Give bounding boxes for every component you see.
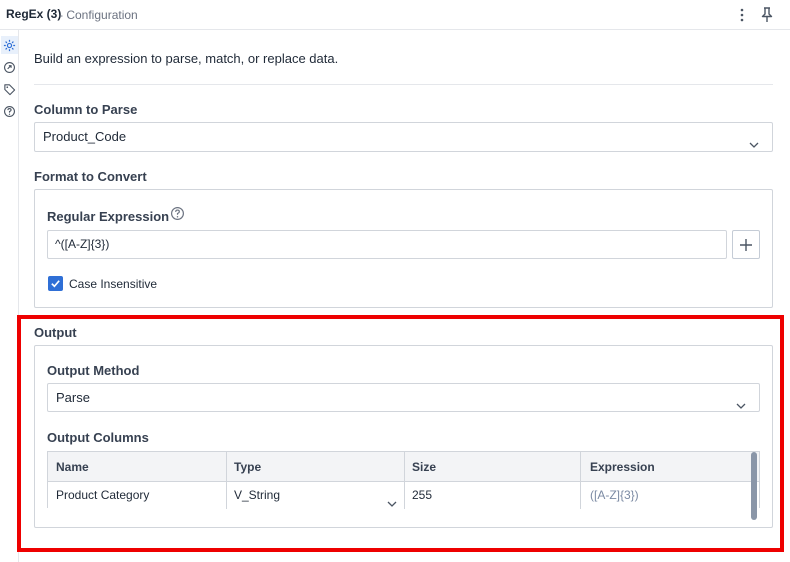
add-expression-button[interactable]: [732, 230, 760, 259]
help-icon[interactable]: [1, 102, 18, 120]
column-header-size[interactable]: Size: [404, 452, 582, 481]
output-method-label: Output Method: [47, 363, 140, 378]
column-to-parse-value: Product_Code: [43, 129, 127, 144]
side-icon-rail: [0, 30, 19, 562]
column-to-parse-select[interactable]: Product_Code: [34, 122, 773, 152]
type-dropdown-chevron-icon[interactable]: [386, 496, 398, 507]
panel-header: RegEx (3) - Configuration: [0, 0, 790, 30]
annotation-icon[interactable]: [1, 58, 18, 76]
cell-expression: ([A-Z]{3}): [590, 488, 639, 502]
cell-name[interactable]: Product Category: [48, 482, 226, 508]
output-method-select[interactable]: Parse: [47, 383, 760, 412]
regex-help-icon[interactable]: [170, 206, 185, 221]
tag-icon[interactable]: [1, 80, 18, 98]
format-to-convert-label: Format to Convert: [34, 169, 147, 184]
pin-icon[interactable]: [759, 6, 775, 24]
more-options-icon[interactable]: [735, 6, 749, 24]
case-insensitive-label: Case Insensitive: [69, 277, 158, 291]
output-columns-table: Name Type Size Expression Product Catego…: [47, 451, 760, 509]
panel-subtitle: - Configuration: [59, 8, 138, 22]
column-to-parse-label: Column to Parse: [34, 102, 138, 117]
cell-type[interactable]: V_String: [226, 482, 404, 508]
regex-input[interactable]: ^([A-Z]{3}): [47, 230, 727, 259]
column-header-expression[interactable]: Expression: [582, 452, 760, 481]
output-label: Output: [34, 325, 77, 340]
tool-title: RegEx (3): [6, 7, 62, 21]
regex-label: Regular Expression: [47, 209, 170, 224]
column-divider: [580, 452, 581, 509]
output-method-value: Parse: [56, 390, 90, 405]
checkmark-icon: [51, 280, 60, 288]
cell-size[interactable]: 255: [404, 482, 582, 508]
column-divider: [226, 452, 227, 509]
tool-description: Build an expression to parse, match, or …: [34, 51, 339, 66]
chevron-down-icon: [748, 132, 760, 148]
chevron-down-icon: [735, 393, 747, 409]
output-columns-label: Output Columns: [47, 430, 149, 445]
column-header-name[interactable]: Name: [48, 452, 226, 481]
plus-icon: [740, 238, 752, 251]
divider: [34, 84, 773, 85]
configuration-gear-icon[interactable]: [1, 36, 18, 54]
table-scrollbar[interactable]: [751, 452, 757, 520]
case-insensitive-checkbox[interactable]: [48, 276, 63, 291]
column-header-type[interactable]: Type: [226, 452, 404, 481]
column-divider: [404, 452, 405, 509]
